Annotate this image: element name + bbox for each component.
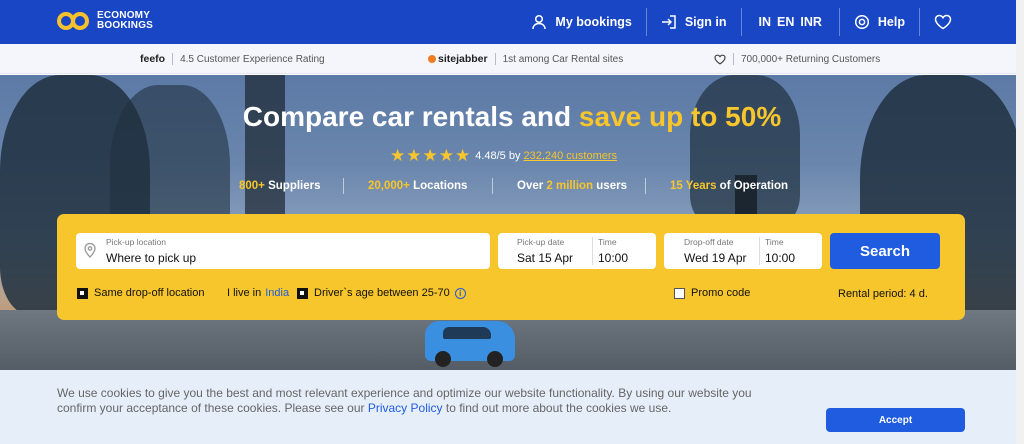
trust-divider (733, 53, 734, 65)
info-icon[interactable]: i (454, 287, 466, 299)
rating-value: 4.48/5 by (475, 150, 521, 162)
hero-title-main: Compare car rentals and (242, 101, 579, 132)
language-code: EN (777, 15, 795, 29)
language-currency-selector[interactable]: IN EN INR (742, 0, 839, 44)
sitejabber-text: 1st among Car Rental sites (502, 53, 624, 65)
dropoff-date-input[interactable]: Wed 19 Apr (684, 251, 746, 265)
heart-outline-icon (714, 54, 726, 65)
pickup-location-label: Pick-up location (106, 237, 167, 247)
sitejabber-logo: sitejabber (438, 53, 488, 65)
trust-divider (494, 53, 496, 65)
help-link[interactable]: Help (840, 0, 919, 44)
search-panel: Pick-up location Where to pick up Pick-u… (57, 214, 965, 320)
dropoff-date-label: Drop-off date (684, 237, 734, 247)
country-select-link[interactable]: India (265, 287, 289, 299)
country-of-residence: I live in India (227, 287, 289, 299)
driver-age-option[interactable]: Driver`s age between 25-70 i (297, 287, 466, 299)
returning-customers: 700,000+ Returning Customers (714, 53, 880, 65)
customers-reviews-link[interactable]: 232,240 customers (523, 150, 617, 162)
location-pin-icon (84, 243, 96, 258)
pickup-location-input[interactable]: Where to pick up (106, 251, 196, 265)
rental-period-text: Rental period: 4 d. (838, 288, 928, 300)
stat-suppliers: 800+ Suppliers (239, 180, 321, 192)
stat-locations: 20,000+ Locations (368, 180, 468, 192)
trust-divider (172, 53, 174, 65)
favorites-button[interactable] (920, 0, 966, 44)
pickup-datetime-field: Pick-up date Sat 15 Apr Time 10:00 (498, 233, 656, 269)
dropoff-datetime-field: Drop-off date Wed 19 Apr Time 10:00 (664, 233, 822, 269)
help-lifebuoy-icon (854, 14, 869, 30)
logo-text: ECONOMY BOOKINGS (97, 10, 154, 31)
pickup-time-input[interactable]: 10:00 (598, 251, 628, 265)
logo-icon (57, 10, 93, 32)
sign-in-icon (661, 15, 676, 29)
search-button[interactable]: Search (830, 233, 940, 269)
pickup-time-label: Time (598, 237, 617, 247)
driver-age-checkbox[interactable] (297, 287, 308, 299)
same-dropoff-option[interactable]: Same drop-off location (77, 287, 204, 299)
accept-cookies-button[interactable]: Accept (826, 408, 965, 432)
top-header: ECONOMY BOOKINGS My bookings Sign in IN … (0, 0, 1024, 44)
field-divider (759, 237, 760, 265)
cookie-message: We use cookies to give you the best and … (57, 386, 757, 416)
promo-code-option[interactable]: Promo code (674, 287, 750, 299)
cookie-text-after: to find out more about the cookies we us… (442, 401, 672, 415)
dropoff-time-label: Time (765, 237, 784, 247)
economy-bookings-logo[interactable]: ECONOMY BOOKINGS (57, 10, 153, 32)
pickup-date-input[interactable]: Sat 15 Apr (517, 251, 573, 265)
my-bookings-label: My bookings (555, 15, 632, 29)
live-in-label: I live in (227, 287, 262, 299)
promo-code-label: Promo code (691, 287, 751, 299)
pickup-date-label: Pick-up date (517, 237, 565, 247)
hero-title-accent: save up to 50% (578, 101, 782, 132)
user-icon (532, 14, 547, 30)
dropoff-time-input[interactable]: 10:00 (765, 251, 795, 265)
hero-section: Compare car rentals and save up to 50% ★… (0, 75, 1024, 370)
stat-users: Over 2 million users (517, 180, 627, 192)
sign-in-link[interactable]: Sign in (647, 0, 741, 44)
stat-divider (645, 178, 646, 194)
stat-divider (492, 178, 493, 194)
pickup-location-field[interactable]: Pick-up location Where to pick up (76, 233, 490, 269)
customer-rating: ★★★★★ 4.48/5 by 232,240 customers (390, 146, 617, 166)
returning-customers-text: 700,000+ Returning Customers (741, 53, 881, 65)
help-label: Help (877, 15, 905, 29)
my-bookings-link[interactable]: My bookings (517, 0, 645, 44)
rental-period: Rental period: 4 d. (838, 288, 928, 300)
feefo-rating[interactable]: feefo 4.5 Customer Experience Rating (140, 53, 325, 65)
rating-stars-icon: ★★★★★ (390, 146, 472, 165)
page-scrollbar[interactable] (1016, 0, 1024, 444)
feefo-logo: feefo (140, 53, 166, 65)
feefo-rating-text: 4.5 Customer Experience Rating (180, 53, 325, 65)
hero-title: Compare car rentals and save up to 50% (0, 101, 1024, 133)
promo-code-checkbox[interactable] (674, 287, 685, 299)
driver-age-label: Driver`s age between 25-70 (314, 287, 450, 299)
cookie-banner: We use cookies to give you the best and … (0, 370, 1024, 444)
same-dropoff-checkbox[interactable] (77, 287, 88, 299)
heart-icon (934, 14, 952, 30)
country-code: IN (758, 15, 772, 29)
privacy-policy-link[interactable]: Privacy Policy (368, 401, 443, 415)
currency-code: INR (800, 15, 822, 29)
same-dropoff-label: Same drop-off location (94, 287, 205, 299)
field-divider (592, 237, 593, 265)
sitejabber-icon (428, 55, 436, 63)
header-nav: My bookings Sign in IN EN INR Help (517, 0, 966, 44)
sitejabber-rating[interactable]: sitejabber 1st among Car Rental sites (428, 53, 623, 65)
stat-divider (343, 178, 344, 194)
trust-bar: feefo 4.5 Customer Experience Rating sit… (0, 44, 1024, 74)
sign-in-label: Sign in (684, 15, 727, 29)
car-image (425, 321, 515, 367)
stat-years: 15 Years of Operation (670, 180, 789, 192)
